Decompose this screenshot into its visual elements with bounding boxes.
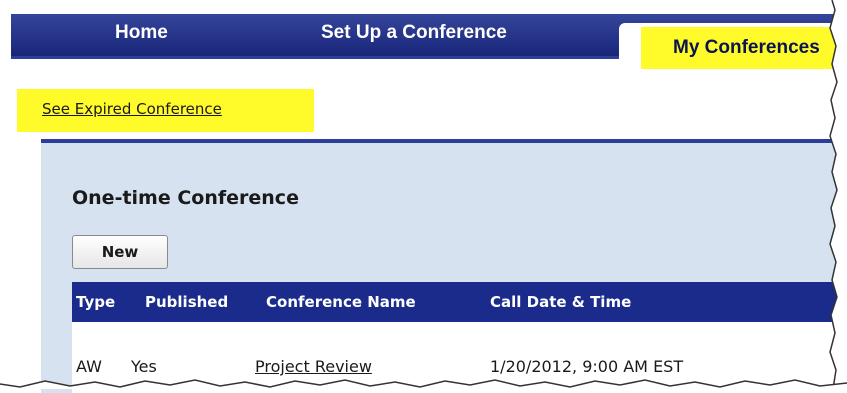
cell-call-date-time: 1/20/2012, 9:00 AM EST	[490, 357, 684, 376]
tab-my-conferences[interactable]: My Conferences	[619, 23, 847, 69]
section-title: One-time Conference	[72, 187, 299, 209]
torn-edge-right	[829, 0, 847, 389]
column-header-conference-name[interactable]: Conference Name	[266, 282, 416, 322]
table-header: Type Published Conference Name Call Date…	[72, 282, 847, 322]
tab-set-up-conference[interactable]: Set Up a Conference	[321, 14, 581, 52]
cell-type: AW	[76, 357, 102, 376]
tab-my-conferences-label: My Conferences	[673, 37, 820, 58]
column-header-type[interactable]: Type	[76, 282, 115, 322]
column-header-call-date-time[interactable]: Call Date & Time	[490, 282, 631, 322]
tab-home[interactable]: Home	[115, 14, 215, 52]
conference-panel: One-time Conference New Type Published C…	[41, 139, 847, 393]
conference-name-link[interactable]: Project Review	[255, 357, 372, 376]
see-expired-conference-link[interactable]: See Expired Conference	[42, 100, 222, 118]
column-header-published[interactable]: Published	[145, 282, 228, 322]
top-nav: Home Set Up a Conference My Conferences	[11, 14, 847, 69]
new-button[interactable]: New	[72, 235, 168, 269]
torn-edge-bottom	[0, 379, 847, 389]
cell-published: Yes	[131, 357, 157, 376]
